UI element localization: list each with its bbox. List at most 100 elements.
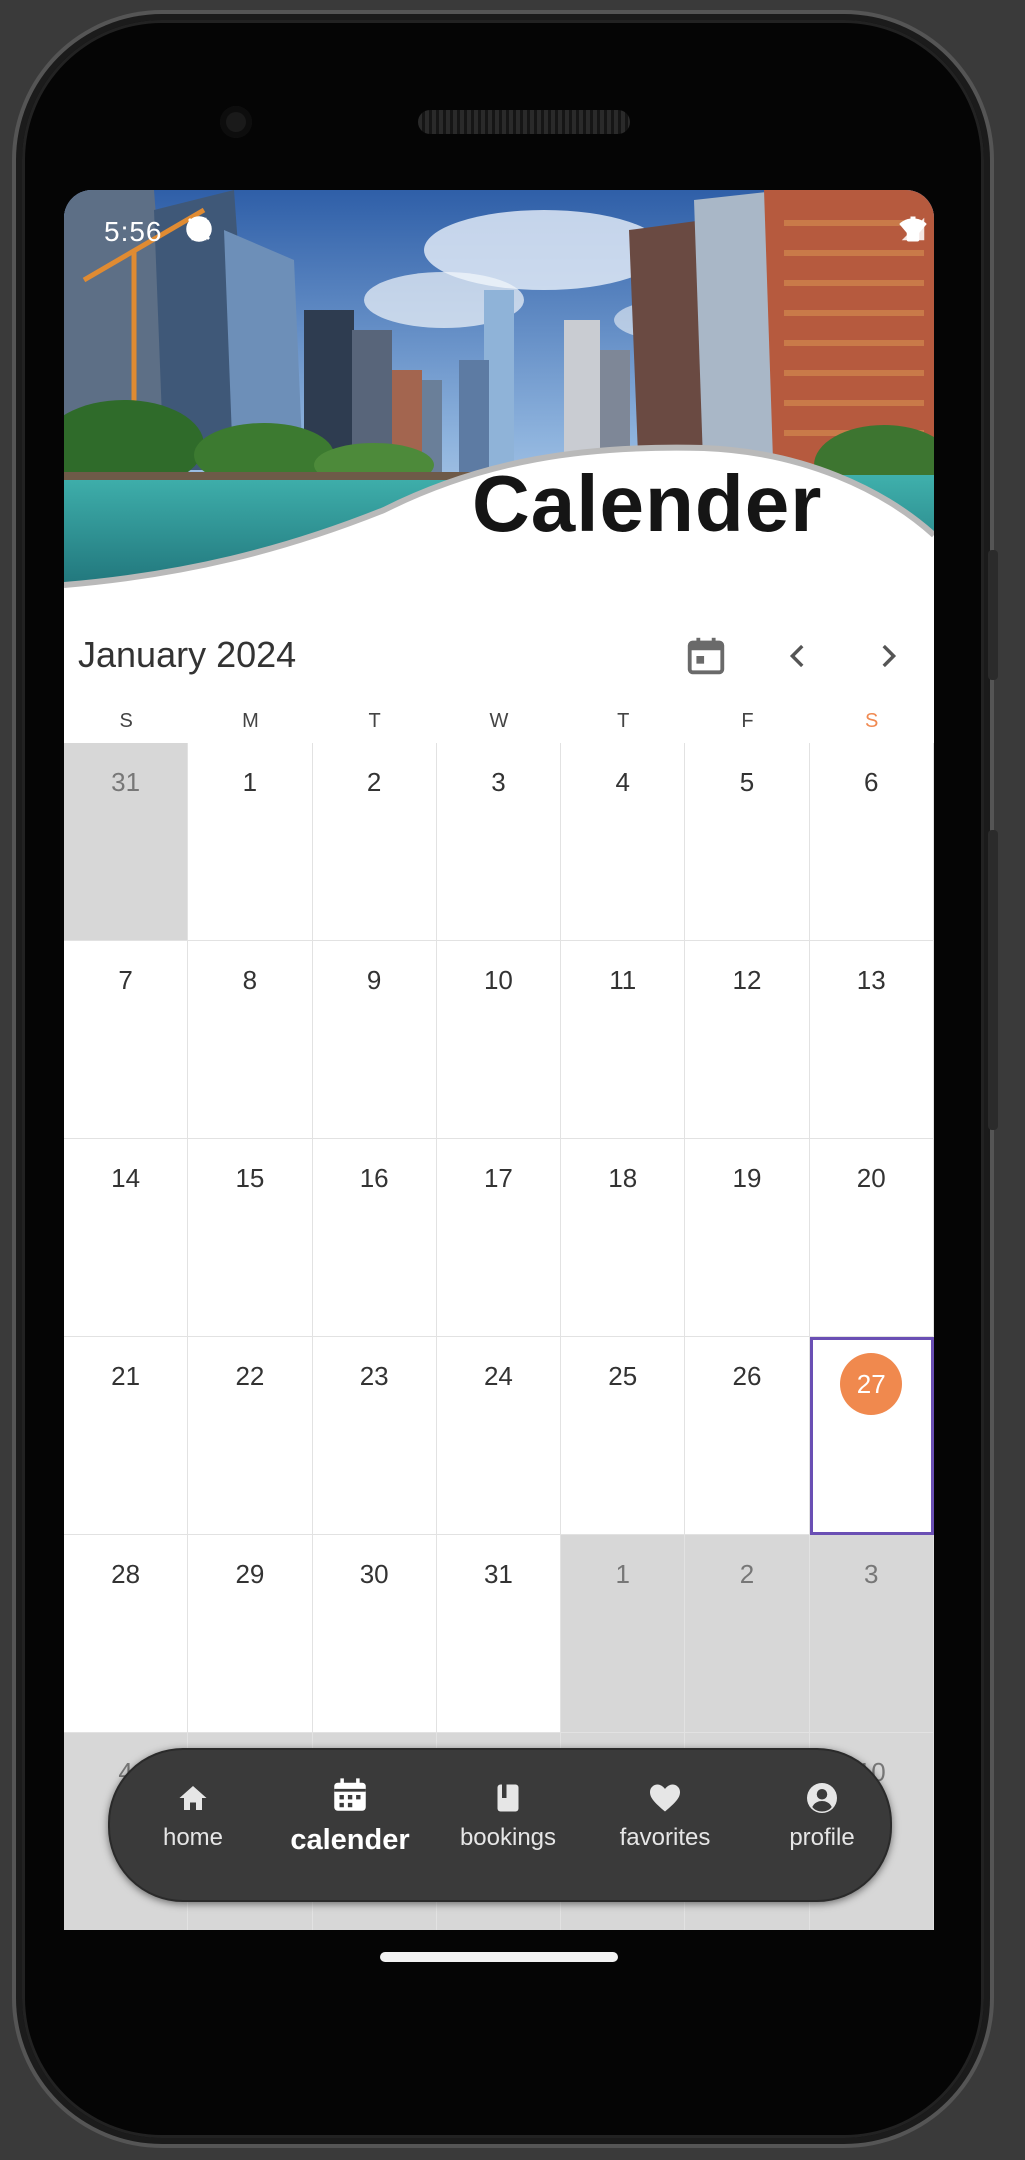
calendar-day-cell[interactable]: 4: [561, 743, 686, 941]
nav-profile[interactable]: profile: [752, 1780, 892, 1852]
calendar-day-cell[interactable]: 6: [809, 743, 934, 941]
day-number: 7: [118, 965, 133, 995]
calendar-day-cell[interactable]: 20: [809, 1139, 934, 1337]
nav-calender[interactable]: calender: [280, 1774, 420, 1857]
earpiece-speaker: [418, 110, 630, 134]
calendar-day-cell-adjacent-month[interactable]: 1: [561, 1535, 686, 1733]
previous-month-button[interactable]: [774, 632, 822, 680]
nav-favorites[interactable]: favorites: [595, 1780, 735, 1852]
calendar-day-cell[interactable]: 29: [188, 1535, 313, 1733]
front-camera: [220, 106, 252, 138]
calendar-icon: [334, 1778, 366, 1811]
calendar-day-cell[interactable]: 9: [312, 941, 437, 1139]
calendar-day-cell[interactable]: 3: [436, 743, 562, 941]
calendar-day-cell[interactable]: 30: [312, 1535, 437, 1733]
home-gesture-bar[interactable]: [380, 1952, 618, 1962]
calendar-day-cell[interactable]: 28: [64, 1535, 189, 1733]
calendar-day-cell[interactable]: 12: [685, 941, 810, 1139]
today-button[interactable]: [682, 632, 730, 680]
nav-bookings[interactable]: bookings: [438, 1780, 578, 1852]
day-number: 5: [739, 767, 755, 797]
day-number: 4: [615, 767, 630, 797]
weekday-label: F: [741, 710, 754, 732]
calendar-day-cell[interactable]: 24: [436, 1337, 562, 1535]
weekday-label: W: [489, 710, 509, 732]
day-number: 25: [608, 1361, 638, 1391]
day-number: 24: [483, 1361, 513, 1391]
day-number: 19: [732, 1163, 762, 1193]
weekday-label: T: [368, 710, 381, 732]
calendar-week-row: 7 8 9 10 11 12 13: [64, 941, 934, 1139]
day-number: 29: [235, 1559, 265, 1589]
calendar-day-cell[interactable]: 19: [685, 1139, 810, 1337]
page-title: Calender: [472, 459, 823, 548]
calendar-day-cell[interactable]: 14: [64, 1139, 189, 1337]
month-year-label[interactable]: January 2024: [78, 634, 296, 676]
day-number: 18: [608, 1163, 638, 1193]
weekday-header-row: S M T W T F S: [64, 696, 934, 746]
account-circle-icon: [807, 1783, 837, 1813]
next-month-button[interactable]: [864, 632, 912, 680]
day-number: 1: [242, 767, 258, 797]
calendar-day-cell[interactable]: 17: [436, 1139, 562, 1337]
day-number: 14: [111, 1163, 141, 1193]
status-time: 5:56: [104, 216, 163, 247]
nav-label: home: [162, 1824, 224, 1851]
day-number: 17: [483, 1163, 513, 1193]
day-number: 2: [739, 1559, 755, 1589]
weekday-label: S: [119, 710, 133, 732]
calendar-day-cell[interactable]: 13: [809, 941, 934, 1139]
day-number: 10: [483, 965, 513, 995]
day-number: 20: [856, 1163, 886, 1193]
calendar-day-cell[interactable]: 5: [685, 743, 810, 941]
day-number: 22: [235, 1361, 265, 1391]
day-number: 6: [863, 767, 879, 797]
app-screen: 5:56 Calender January 2024 S M T W T F S…: [64, 190, 934, 1930]
day-number: 3: [863, 1559, 879, 1589]
calendar-day-cell[interactable]: 15: [188, 1139, 313, 1337]
calendar-week-row: 14 15 16 17 18 19 20: [64, 1139, 934, 1337]
chevron-left-icon: [789, 644, 804, 668]
calendar-day-cell[interactable]: 7: [64, 941, 189, 1139]
calendar-day-cell-adjacent-month[interactable]: 31: [64, 743, 189, 941]
calendar-day-cell[interactable]: 16: [312, 1139, 437, 1337]
calendar-day-cell[interactable]: 11: [561, 941, 686, 1139]
day-number: 16: [359, 1163, 389, 1193]
calendar-day-cell-today[interactable]: 27: [809, 1337, 934, 1535]
nav-label: calender: [290, 1824, 410, 1856]
volume-button: [988, 830, 998, 1130]
day-number: 15: [235, 1163, 265, 1193]
day-number: 1: [615, 1559, 630, 1589]
calendar-week-row: 28 29 30 31 1 2 3: [64, 1535, 934, 1733]
calendar-day-cell[interactable]: 18: [561, 1139, 686, 1337]
day-number: 30: [359, 1559, 389, 1589]
nav-home[interactable]: home: [123, 1780, 263, 1852]
calendar-day-cell[interactable]: 25: [561, 1337, 686, 1535]
calendar-day-cell[interactable]: 21: [64, 1337, 189, 1535]
book-icon: [497, 1784, 519, 1812]
calendar-day-cell[interactable]: 23: [312, 1337, 437, 1535]
day-number: 3: [491, 767, 506, 797]
calendar-day-cell[interactable]: 8: [188, 941, 313, 1139]
day-number: 28: [111, 1559, 141, 1589]
calendar-day-cell-adjacent-month[interactable]: 2: [685, 1535, 810, 1733]
calendar-day-cell[interactable]: 2: [312, 743, 437, 941]
nav-label: favorites: [619, 1824, 711, 1851]
nav-label: bookings: [459, 1824, 557, 1851]
calendar-day-cell-adjacent-month[interactable]: 3: [809, 1535, 934, 1733]
calendar-week-row: 31 1 2 3 4 5 6: [64, 743, 934, 941]
day-number: 2: [366, 767, 382, 797]
calendar-day-cell[interactable]: 22: [188, 1337, 313, 1535]
day-number: 21: [111, 1361, 141, 1391]
month-header: January 2024: [64, 610, 934, 700]
home-icon: [179, 1786, 207, 1810]
calendar-day-cell[interactable]: 10: [436, 941, 562, 1139]
calendar-day-cell[interactable]: 1: [188, 743, 313, 941]
status-bar: 5:56: [64, 208, 934, 258]
notification-dot-icon: [194, 224, 204, 234]
nav-label: profile: [789, 1824, 855, 1851]
calendar-day-cell[interactable]: 31: [436, 1535, 562, 1733]
calendar-day-cell[interactable]: 26: [685, 1337, 810, 1535]
weekday-label: M: [242, 710, 259, 732]
header-cityscape-image: 5:56 Calender: [64, 190, 934, 610]
